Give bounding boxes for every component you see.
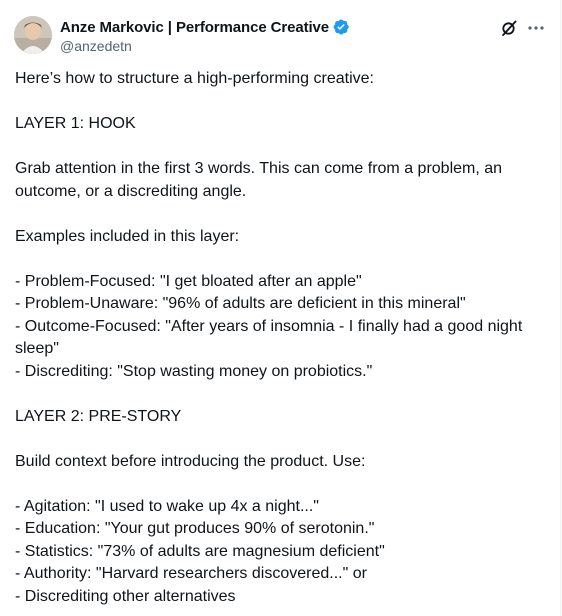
more-icon[interactable]	[526, 18, 546, 38]
post-text-line: Build context before introducing the pro…	[15, 452, 366, 470]
author-handle[interactable]: @anzedetn	[60, 38, 350, 56]
post-text-line: sleep"	[15, 340, 59, 357]
post-header: Anze Markovic | Performance Creative @an…	[14, 14, 546, 56]
post-text-line	[15, 428, 545, 451]
post-text-line	[15, 136, 545, 159]
post-text: Here’s how to structure a high-performin…	[15, 68, 545, 608]
post-text-line	[15, 383, 545, 406]
author-names: Anze Markovic | Performance Creative @an…	[60, 17, 350, 56]
grok-icon[interactable]	[500, 19, 518, 37]
post-text-line	[15, 203, 545, 226]
post-text-line: outcome, or a discrediting angle.	[15, 182, 247, 200]
post-text-line: - Authority: "Harvard researchers discov…	[15, 565, 367, 582]
post-text-line: - Discrediting other alternatives	[15, 587, 236, 605]
post-text-line: - Agitation: "I used to wake up 4x a nig…	[15, 497, 319, 515]
author-display-name[interactable]: Anze Markovic | Performance Creative	[60, 19, 329, 36]
post-text-line: LAYER 2: PRE-STORY	[15, 407, 182, 425]
post-text-line: Grab attention in the first 3 words. Thi…	[15, 160, 503, 177]
post-text-line	[15, 248, 545, 271]
display-name-row: Anze Markovic | Performance Creative	[60, 17, 350, 37]
verified-badge-icon	[332, 18, 350, 36]
post-text-line: - Discrediting: "Stop wasting money on p…	[15, 362, 373, 380]
post-text-line: Here’s how to structure a high-performin…	[15, 70, 374, 87]
post-text-line	[15, 473, 545, 496]
post-text-line	[15, 91, 545, 114]
post-text-line: Examples included in this layer:	[15, 227, 240, 245]
post-text-line: - Statistics: "73% of adults are magnesi…	[15, 542, 385, 560]
post-text-line: - Problem-Unaware: "96% of adults are de…	[15, 295, 466, 312]
post-text-line: - Problem-Focused: "I get bloated after …	[15, 272, 362, 290]
post-text-line: - Education: "Your gut produces 90% of s…	[15, 520, 375, 537]
post-text-line: - Outcome-Focused: "After years of insom…	[15, 317, 523, 335]
post-actions	[500, 18, 546, 38]
post-card: Anze Markovic | Performance Creative @an…	[0, 0, 561, 616]
avatar[interactable]	[14, 16, 52, 54]
post-text-line: LAYER 1: HOOK	[15, 115, 136, 132]
